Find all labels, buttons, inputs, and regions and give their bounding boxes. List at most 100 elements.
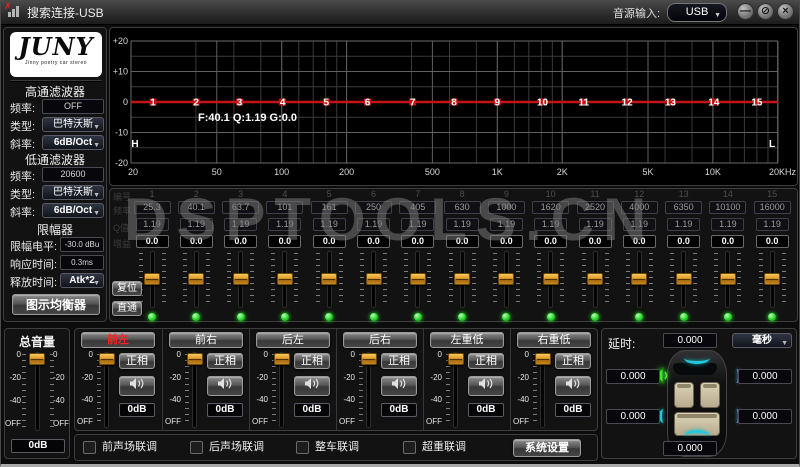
checkbox[interactable] xyxy=(83,441,96,454)
eq-band-gain-input[interactable]: 0.0 xyxy=(667,235,700,248)
eq-band-q-input[interactable]: 1.19 xyxy=(667,218,700,231)
eq-band-slider[interactable] xyxy=(321,273,337,285)
eq-band-q-input[interactable]: 1.19 xyxy=(446,218,479,231)
mute-button[interactable] xyxy=(207,376,243,396)
channel-volume-slider[interactable] xyxy=(187,353,203,365)
eq-band-gain-input[interactable]: 0.0 xyxy=(136,235,169,248)
phase-button[interactable]: 正相 xyxy=(119,353,155,369)
system-settings-button[interactable]: 系统设置 xyxy=(513,439,581,457)
channel-volume-slider[interactable] xyxy=(535,353,551,365)
eq-band-freq-input[interactable]: 1000 xyxy=(488,201,525,214)
eq-band-gain-input[interactable]: 0.0 xyxy=(357,235,390,248)
mute-button[interactable] xyxy=(555,376,591,396)
eq-band-gain-input[interactable]: 0.0 xyxy=(313,235,346,248)
delay-unit-dropdown[interactable]: 毫秒 ▼ xyxy=(732,333,792,348)
eq-band-freq-input[interactable]: 101 xyxy=(266,201,303,214)
eq-band-slider[interactable] xyxy=(543,273,559,285)
graphic-eq-button[interactable]: 图示均衡器 xyxy=(12,294,100,315)
master-volume-slider[interactable] xyxy=(29,353,45,365)
eq-band-q-input[interactable]: 1.19 xyxy=(313,218,346,231)
eq-band-gain-input[interactable]: 0.0 xyxy=(446,235,479,248)
eq-band-q-input[interactable]: 1.19 xyxy=(224,218,257,231)
eq-bypass-button[interactable]: 直通 xyxy=(112,301,142,316)
lpf-type-dropdown[interactable]: 巴特沃斯▼ xyxy=(42,185,104,200)
hpf-type-dropdown[interactable]: 巴特沃斯▼ xyxy=(42,117,104,132)
eq-band-freq-input[interactable]: 10100 xyxy=(709,201,746,214)
eq-band-freq-input[interactable]: 2520 xyxy=(577,201,614,214)
eq-band-freq-input[interactable]: 250 xyxy=(355,201,392,214)
eq-band-slider[interactable] xyxy=(587,273,603,285)
mute-button[interactable] xyxy=(468,376,504,396)
link-checkbox-4[interactable]: 超重联调 xyxy=(403,440,466,456)
eq-band-gain-input[interactable]: 0.0 xyxy=(711,235,744,248)
delay-sub-input[interactable]: 0.000 xyxy=(663,441,717,456)
eq-band-q-input[interactable]: 1.19 xyxy=(623,218,656,231)
eq-band-slider[interactable] xyxy=(676,273,692,285)
phase-button[interactable]: 正相 xyxy=(555,353,591,369)
link-checkbox-1[interactable]: 前声场联调 xyxy=(83,440,157,456)
eq-band-freq-input[interactable]: 25.3 xyxy=(134,201,171,214)
eq-band-q-input[interactable]: 1.19 xyxy=(490,218,523,231)
eq-band-gain-input[interactable]: 0.0 xyxy=(490,235,523,248)
hpf-freq-input[interactable]: OFF xyxy=(42,99,104,114)
seat-front-left[interactable] xyxy=(674,382,694,408)
minimize-button[interactable]: — xyxy=(737,3,754,20)
eq-band-freq-input[interactable]: 161 xyxy=(311,201,348,214)
eq-band-q-input[interactable]: 1.19 xyxy=(534,218,567,231)
eq-band-freq-input[interactable]: 40.1 xyxy=(178,201,215,214)
checkbox[interactable] xyxy=(296,441,309,454)
phase-button[interactable]: 正相 xyxy=(381,353,417,369)
channel-volume-slider[interactable] xyxy=(274,353,290,365)
eq-band-freq-input[interactable]: 4000 xyxy=(621,201,658,214)
channel-volume-slider[interactable] xyxy=(448,353,464,365)
eq-band-q-input[interactable]: 1.19 xyxy=(756,218,789,231)
eq-band-freq-input[interactable]: 63.7 xyxy=(222,201,259,214)
limiter-release-dropdown[interactable]: Atk*2▼ xyxy=(60,273,104,288)
eq-band-gain-input[interactable]: 0.0 xyxy=(579,235,612,248)
eq-band-slider[interactable] xyxy=(720,273,736,285)
eq-band-q-input[interactable]: 1.19 xyxy=(357,218,390,231)
channel-label-button[interactable]: 后右 xyxy=(343,332,417,348)
channel-volume-slider[interactable] xyxy=(99,353,115,365)
limiter-level-input[interactable]: -30.0 dBu xyxy=(60,237,104,252)
eq-reset-button[interactable]: 复位 xyxy=(112,281,142,296)
delay-rear-left-input[interactable]: 0.000 xyxy=(606,409,660,424)
disconnect-button[interactable]: ⊘ xyxy=(757,3,774,20)
mute-button[interactable] xyxy=(294,376,330,396)
eq-band-slider[interactable] xyxy=(233,273,249,285)
channel-label-button[interactable]: 后左 xyxy=(256,332,330,348)
eq-band-gain-input[interactable]: 0.0 xyxy=(268,235,301,248)
lpf-freq-input[interactable]: 20600 xyxy=(42,167,104,182)
phase-button[interactable]: 正相 xyxy=(294,353,330,369)
delay-left-input[interactable]: 0.000 xyxy=(606,369,660,384)
mute-button[interactable] xyxy=(381,376,417,396)
eq-band-q-input[interactable]: 1.19 xyxy=(136,218,169,231)
eq-band-slider[interactable] xyxy=(188,273,204,285)
seat-front-right[interactable] xyxy=(700,382,720,408)
checkbox[interactable] xyxy=(403,441,416,454)
eq-band-gain-input[interactable]: 0.0 xyxy=(623,235,656,248)
eq-band-freq-input[interactable]: 405 xyxy=(399,201,436,214)
phase-button[interactable]: 正相 xyxy=(207,353,243,369)
eq-band-gain-input[interactable]: 0.0 xyxy=(401,235,434,248)
delay-rear-right-input[interactable]: 0.000 xyxy=(738,409,792,424)
eq-band-gain-input[interactable]: 0.0 xyxy=(756,235,789,248)
mute-button[interactable] xyxy=(119,376,155,396)
phase-button[interactable]: 正相 xyxy=(468,353,504,369)
eq-band-slider[interactable] xyxy=(144,273,160,285)
eq-band-slider[interactable] xyxy=(366,273,382,285)
link-checkbox-3[interactable]: 整车联调 xyxy=(296,440,359,456)
close-button[interactable]: × xyxy=(777,3,794,20)
eq-band-gain-input[interactable]: 0.0 xyxy=(534,235,567,248)
eq-band-slider[interactable] xyxy=(631,273,647,285)
eq-band-slider[interactable] xyxy=(410,273,426,285)
eq-band-freq-input[interactable]: 16000 xyxy=(754,201,791,214)
channel-label-button[interactable]: 左重低 xyxy=(430,332,504,348)
channel-label-button[interactable]: 前右 xyxy=(169,332,243,348)
channel-label-button[interactable]: 前左 xyxy=(81,332,155,348)
checkbox[interactable] xyxy=(190,441,203,454)
delay-front-input[interactable]: 0.000 xyxy=(663,333,717,348)
eq-curve-graph[interactable]: +20+100-10-2020501002005001K2K5K10K20KHz… xyxy=(109,27,798,186)
delay-right-input[interactable]: 0.000 xyxy=(738,369,792,384)
source-input-dropdown[interactable]: USB ▼ xyxy=(667,3,727,22)
